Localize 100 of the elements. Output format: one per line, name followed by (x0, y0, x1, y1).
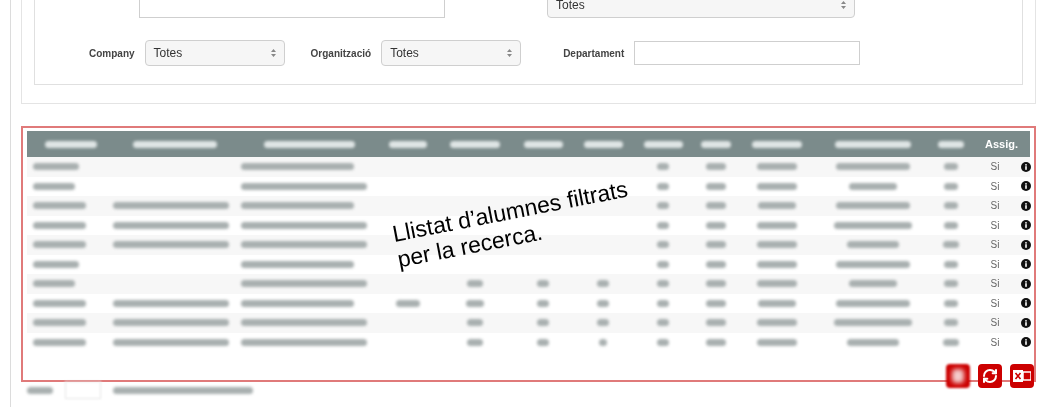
info-icon[interactable] (1021, 278, 1031, 289)
info-icon[interactable] (1021, 220, 1031, 231)
blurred-text (846, 241, 900, 249)
table-cell-text: Si (989, 238, 1001, 253)
table-cell-text: Si (989, 335, 1001, 350)
table-cell-text: Si (989, 160, 1001, 175)
blurred-text (536, 280, 550, 288)
blurred-text (706, 221, 726, 229)
blurred-text (944, 163, 958, 171)
blurred-text (656, 241, 670, 249)
blurred-text (701, 140, 731, 148)
blurred-text (656, 221, 670, 229)
info-icon[interactable] (1021, 200, 1031, 211)
dropdown[interactable]: Totes (144, 40, 285, 66)
blurred-text (944, 260, 958, 268)
blurred-text (45, 140, 97, 148)
blurred-text (944, 182, 958, 190)
blurred-text (27, 386, 53, 394)
blurred-text (944, 202, 958, 210)
blurred-text (706, 338, 726, 346)
blurred-text (757, 280, 797, 288)
spreadsheet-icon (1013, 368, 1031, 384)
blurred-icon (952, 369, 964, 383)
blurred-text (757, 338, 797, 346)
blurred-text (656, 260, 670, 268)
blurred-text (467, 338, 483, 346)
blurred-text (944, 299, 958, 307)
blurred-text (757, 163, 797, 171)
info-icon[interactable] (1021, 337, 1031, 348)
blurred-text (706, 202, 726, 210)
sort-arrows-icon (270, 49, 276, 57)
info-icon[interactable] (1021, 317, 1031, 328)
blurred-text (33, 338, 87, 346)
blurred-text (944, 280, 958, 288)
filter-label: Departament (563, 46, 625, 61)
filter-label: Organització (310, 46, 372, 61)
blurred-text (598, 338, 608, 346)
blurred-text (656, 299, 670, 307)
dropdown[interactable]: Totes (381, 40, 522, 66)
blurred-text (757, 241, 797, 249)
toolbar-button[interactable] (946, 364, 970, 388)
blurred-text (467, 319, 483, 327)
blurred-text (757, 260, 797, 268)
blurred-text (465, 299, 485, 307)
export-button[interactable] (1010, 364, 1034, 388)
blurred-text (33, 280, 75, 288)
blurred-text (33, 202, 87, 210)
refresh-icon (982, 368, 998, 384)
blurred-text (758, 299, 796, 307)
blurred-text (752, 140, 802, 148)
blurred-text (450, 140, 500, 148)
blurred-text (596, 280, 610, 288)
blurred-text (706, 182, 726, 190)
blurred-text (389, 140, 427, 148)
blurred-text (706, 280, 726, 288)
blurred-text (848, 182, 898, 190)
blurred-text (757, 319, 797, 327)
refresh-button[interactable] (978, 364, 1002, 388)
blurred-text (536, 299, 550, 307)
blurred-text (33, 163, 79, 171)
dropdown[interactable]: Totes (547, 0, 855, 18)
blurred-text (656, 182, 670, 190)
blurred-text (706, 319, 726, 327)
blurred-text (583, 140, 623, 148)
table-cell-text: Si (989, 218, 1001, 233)
blurred-text (523, 140, 563, 148)
blurred-text (395, 299, 421, 307)
info-icon[interactable] (1021, 161, 1031, 172)
blurred-text (643, 140, 683, 148)
sort-arrows-icon (507, 49, 513, 57)
table-cell-text: Si (989, 277, 1001, 292)
blurred-text (846, 338, 900, 346)
blurred-text (942, 338, 960, 346)
blurred-text (848, 280, 898, 288)
blurred-text (596, 299, 610, 307)
blurred-text (33, 182, 75, 190)
info-icon[interactable] (1021, 181, 1031, 192)
info-icon[interactable] (1021, 259, 1031, 270)
info-icon[interactable] (1021, 298, 1031, 309)
table-cell-text: Si (989, 316, 1001, 331)
blurred-text (706, 163, 726, 171)
blurred-text (706, 241, 726, 249)
blurred-text (944, 319, 958, 327)
table-cell-text: Si (989, 199, 1001, 214)
blurred-text (33, 319, 87, 327)
blurred-text (536, 338, 550, 346)
info-icon[interactable] (1021, 239, 1031, 250)
blurred-text (656, 319, 670, 327)
blurred-text (656, 163, 670, 171)
blurred-text (706, 260, 726, 268)
table-cell-text: Si (989, 257, 1001, 272)
blurred-text (536, 319, 550, 327)
text-field[interactable] (634, 41, 861, 65)
blurred-text (656, 202, 670, 210)
table-cell-text: Si (989, 296, 1001, 311)
blurred-text (33, 241, 87, 249)
annotation-text: Llistat d’alumnes filtrats per la recerca. (390, 175, 631, 273)
blurred-text (656, 338, 670, 346)
blurred-text (757, 221, 797, 229)
blurred-text (944, 221, 958, 229)
